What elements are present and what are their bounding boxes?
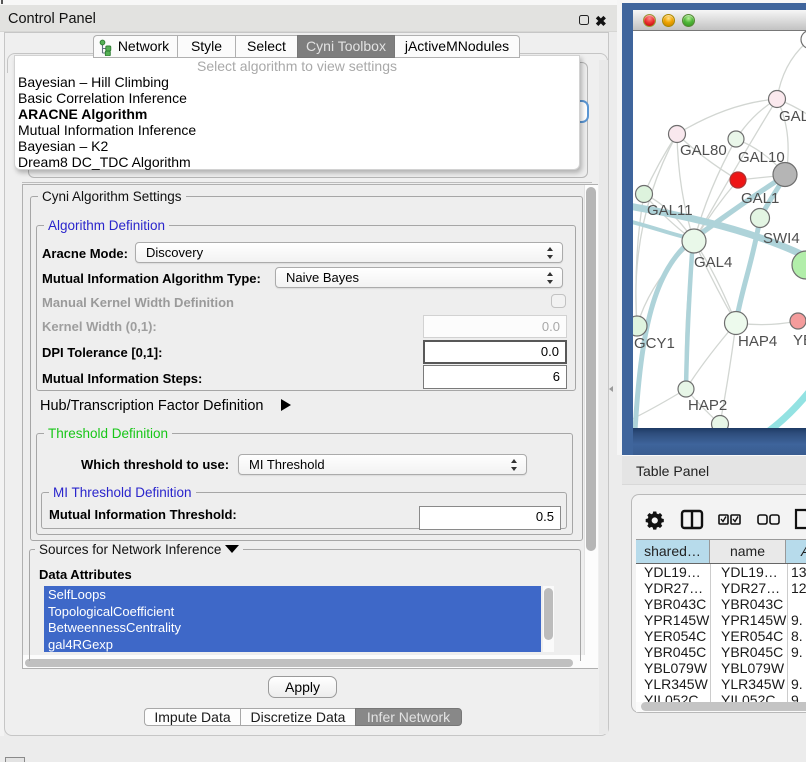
svg-text:GAL1: GAL1 bbox=[741, 190, 779, 207]
svg-text:HAP2: HAP2 bbox=[688, 397, 727, 414]
svg-text:SWI4: SWI4 bbox=[763, 230, 800, 247]
svg-text:GAL11: GAL11 bbox=[647, 202, 693, 219]
svg-text:HAP4: HAP4 bbox=[738, 333, 777, 350]
svg-text:GAL4: GAL4 bbox=[694, 254, 732, 271]
svg-text:GAL7: GAL7 bbox=[779, 108, 806, 125]
svg-text:YEL: YEL bbox=[793, 332, 806, 349]
svg-text:GAL80: GAL80 bbox=[680, 142, 727, 159]
svg-text:GAL10: GAL10 bbox=[738, 149, 785, 166]
svg-text:GCY1: GCY1 bbox=[634, 335, 675, 352]
